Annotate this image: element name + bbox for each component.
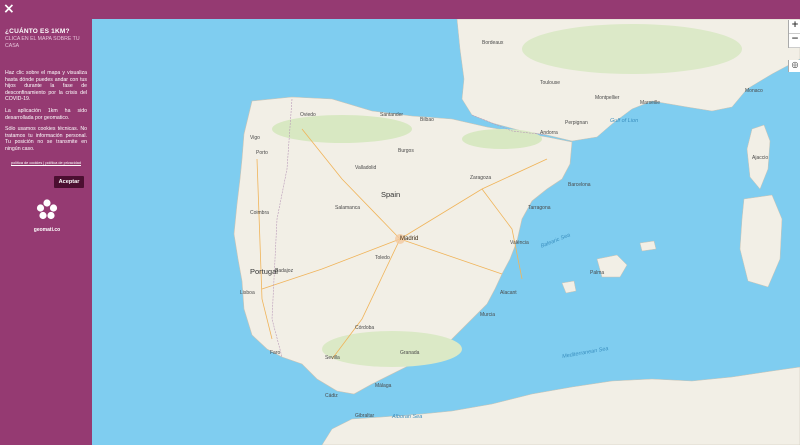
label-toulouse: Toulouse: [540, 80, 561, 86]
legal-link[interactable]: política de cookies | política de privac…: [5, 161, 87, 165]
label-lisboa: Lisboa: [240, 290, 255, 296]
label-salamanca: Salamanca: [335, 205, 361, 211]
zoom-in-button[interactable]: +: [789, 20, 800, 34]
label-faro: Faro: [270, 350, 281, 356]
map-canvas[interactable]: [92, 19, 800, 445]
label-oviedo: Oviedo: [300, 112, 316, 118]
label-montpellier: Montpellier: [595, 95, 620, 101]
label-perpignan: Perpignan: [565, 120, 588, 126]
label-vigo: Vigo: [250, 135, 260, 141]
label-cordoba: Córdoba: [355, 325, 375, 331]
label-gibraltar: Gibraltar: [355, 413, 375, 419]
label-alboran: Alboran Sea: [392, 414, 423, 420]
label-portugal: Portugal: [250, 267, 278, 276]
zoom-out-button[interactable]: −: [789, 34, 800, 48]
info-sidebar: ¿CUÁNTO ES 1KM? CLICA EN EL MAPA SOBRE T…: [0, 19, 92, 445]
label-burgos: Burgos: [398, 148, 414, 154]
logo-text: geomati.co: [33, 227, 61, 233]
intro-paragraph: Haz clic sobre el mapa y visualiza hasta…: [5, 70, 87, 103]
label-marseille: Marseille: [640, 100, 661, 106]
label-spain: Spain: [381, 190, 401, 199]
label-valencia: València: [510, 240, 529, 246]
locate-me-button[interactable]: ◎: [788, 60, 800, 72]
sidebar-subtitle: CLICA EN EL MAPA SOBRE TU CASA: [5, 36, 80, 49]
geomatico-logo: geomati.co: [33, 199, 61, 233]
label-cadiz: Cádiz: [325, 393, 338, 399]
label-gulf-lion: Gulf of Lion: [610, 118, 639, 124]
label-bilbao: Bilbao: [420, 117, 434, 123]
label-barcelona: Barcelona: [568, 182, 591, 188]
label-palma: Palma: [590, 270, 605, 276]
label-andorra: Andorra: [540, 130, 558, 136]
baetic-mountains: [322, 331, 462, 367]
label-coimbra: Coimbra: [250, 210, 269, 216]
crosshair-icon: ◎: [791, 60, 799, 69]
zoom-control: + −: [788, 20, 800, 48]
label-alicante: Alacant: [500, 290, 517, 296]
label-badajoz: Badajoz: [275, 268, 294, 274]
label-madrid: Madrid: [400, 236, 419, 242]
cookies-paragraph: Sólo usamos cookies técnicas. No tratamo…: [5, 126, 87, 152]
top-bar: ×: [0, 0, 800, 19]
label-zaragoza: Zaragoza: [470, 175, 492, 181]
credits-paragraph: La aplicación 1km ha sido desarrollada p…: [5, 107, 87, 121]
sidebar-title: ¿CUÁNTO ES 1KM?: [5, 28, 70, 35]
pyrenees-mountains: [462, 129, 542, 149]
label-granada: Granada: [400, 350, 420, 356]
label-sevilla: Sevilla: [325, 355, 340, 361]
label-porto: Porto: [256, 150, 268, 156]
label-malaga: Málaga: [375, 383, 392, 389]
label-murcia: Murcia: [480, 312, 496, 318]
close-icon[interactable]: ×: [3, 1, 15, 17]
alps-mountains: [522, 24, 742, 74]
label-toledo: Toledo: [375, 255, 390, 261]
accept-button[interactable]: Aceptar: [54, 176, 84, 188]
label-monaco: Monaco: [745, 88, 763, 94]
cantabrian-mountains: [272, 115, 412, 143]
label-ajaccio: Ajaccio: [752, 155, 769, 161]
menorca-island: [639, 240, 657, 252]
geomatico-logo-icon: [36, 199, 58, 220]
label-santander: Santander: [380, 112, 404, 118]
label-bordeaux: Bordeaux: [482, 40, 504, 46]
label-valladolid: Valladolid: [355, 165, 377, 171]
label-tarragona: Tarragona: [528, 205, 551, 211]
